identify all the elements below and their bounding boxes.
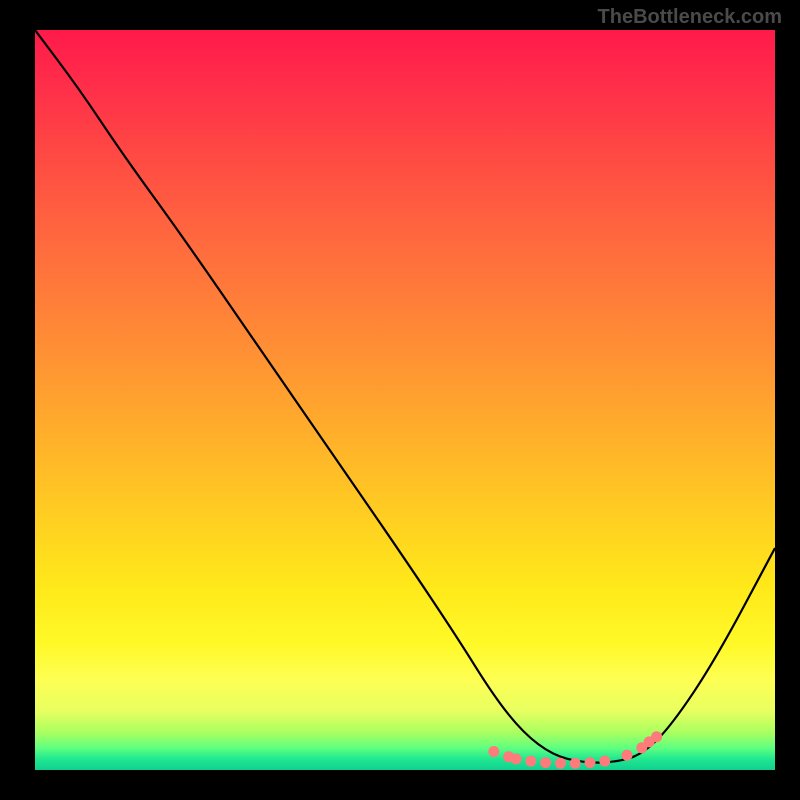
marker-dot — [511, 753, 522, 764]
bottleneck-curve — [35, 30, 775, 763]
optimal-range-markers — [488, 731, 662, 769]
marker-dot — [570, 758, 581, 769]
marker-dot — [488, 746, 499, 757]
marker-dot — [585, 757, 596, 768]
marker-dot — [622, 750, 633, 761]
plot-area — [35, 30, 775, 770]
chart-container: TheBottleneck.com — [0, 0, 800, 800]
marker-dot — [540, 757, 551, 768]
watermark-text: TheBottleneck.com — [598, 6, 782, 29]
marker-dot — [525, 756, 536, 767]
marker-dot — [651, 731, 662, 742]
marker-dot — [555, 758, 566, 769]
chart-svg — [35, 30, 775, 770]
marker-dot — [599, 756, 610, 767]
